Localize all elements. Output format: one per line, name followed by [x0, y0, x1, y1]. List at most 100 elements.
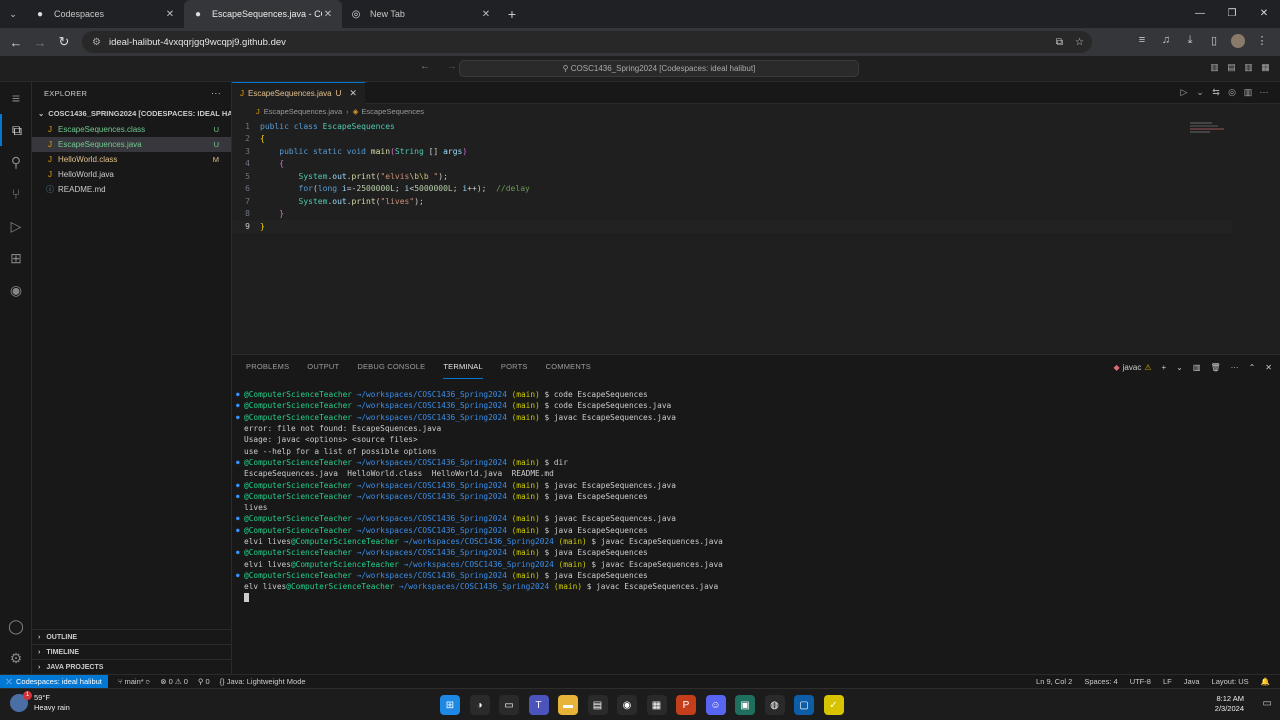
kill-terminal-icon[interactable]: 🗑	[1210, 363, 1220, 372]
run-dropdown-icon[interactable]: ⌄	[1192, 87, 1208, 98]
maximize-panel-icon[interactable]: ⌃	[1249, 363, 1256, 372]
command-center[interactable]: ⚲ COSC1436_Spring2024 [Codespaces: ideal…	[459, 60, 859, 77]
close-icon[interactable]: ✕	[322, 9, 334, 20]
remote-indicator[interactable]: ⤫ Codespaces: ideal halibut	[0, 674, 108, 689]
file-manager-icon[interactable]: ▭	[499, 695, 519, 715]
more-actions-icon[interactable]: ···	[211, 88, 221, 98]
github-desktop-icon[interactable]: ◍	[764, 695, 785, 715]
notifications-icon[interactable]: 🔔	[1261, 677, 1270, 686]
browser-tab-codespaces[interactable]: ● Codespaces ✕	[26, 0, 184, 28]
github-icon[interactable]: ◉	[0, 274, 32, 306]
split-editor-icon[interactable]: ▥	[1240, 87, 1256, 98]
side-panel-icon[interactable]: ▯	[1202, 34, 1226, 51]
run-icon[interactable]: ▷	[1176, 87, 1192, 98]
toggle-sidebar-icon[interactable]: ▥	[1206, 62, 1223, 73]
split-terminal-icon[interactable]: ▥	[1193, 363, 1201, 372]
timeline-section[interactable]: › TIMELINE	[32, 644, 232, 659]
chrome-icon[interactable]: ◉	[617, 695, 637, 715]
language-mode[interactable]: Java	[1184, 677, 1200, 686]
indentation[interactable]: Spaces: 4	[1084, 677, 1117, 686]
tab-problems[interactable]: PROBLEMS	[246, 355, 289, 379]
start-button[interactable]: ⊞	[440, 695, 460, 715]
keyboard-layout[interactable]: Layout: US	[1212, 677, 1249, 686]
minimap[interactable]	[1190, 122, 1230, 134]
remote-desktop-icon[interactable]: ▢	[794, 695, 814, 715]
tab-search-button[interactable]: ⌄	[0, 9, 26, 20]
chevron-down-icon[interactable]: ⌄	[1176, 363, 1183, 372]
minimize-icon[interactable]: —	[1184, 0, 1216, 28]
back-icon[interactable]: ←	[4, 35, 28, 50]
browser-menu-icon[interactable]: ⋮	[1250, 34, 1274, 51]
site-info-icon[interactable]: ⚙	[92, 37, 101, 48]
copilot-icon[interactable]: ◑	[469, 695, 490, 715]
discord-icon[interactable]: ☺	[705, 695, 726, 715]
profile-avatar[interactable]	[1226, 33, 1250, 51]
tab-debug-console[interactable]: DEBUG CONSOLE	[357, 355, 425, 379]
java-mode-indicator[interactable]: {} Java: Lightweight Mode	[220, 677, 306, 686]
terminal-icon[interactable]: ▣	[735, 695, 755, 715]
close-icon[interactable]: ✕	[480, 9, 492, 20]
close-window-icon[interactable]: ✕	[1248, 0, 1280, 28]
download-icon[interactable]: ⤓	[1178, 34, 1202, 51]
close-panel-icon[interactable]: ✕	[1265, 363, 1272, 372]
toggle-secondary-sidebar-icon[interactable]: ▥	[1240, 62, 1257, 73]
run-debug-icon[interactable]: ▷	[0, 210, 32, 242]
more-actions-icon[interactable]: ···	[1256, 87, 1272, 98]
new-terminal-icon[interactable]: +	[1162, 363, 1167, 372]
nav-back-icon[interactable]: ←	[420, 61, 430, 72]
terminal-shell-name[interactable]: javac	[1123, 363, 1142, 372]
source-control-icon[interactable]: ⑂	[0, 178, 32, 210]
customize-layout-icon[interactable]: ▦	[1257, 62, 1274, 73]
settings-gear-icon[interactable]: ⚙	[0, 642, 32, 674]
browser-tab-newtab[interactable]: ◎ New Tab ✕	[342, 0, 500, 28]
weather-widget[interactable]: 1 59°F Heavy rain	[10, 691, 70, 713]
tab-output[interactable]: OUTPUT	[307, 355, 339, 379]
breadcrumb-class[interactable]: EscapeSequences	[361, 107, 424, 116]
nav-forward-icon[interactable]: →	[447, 61, 457, 72]
compare-icon[interactable]: ⇆	[1208, 87, 1224, 98]
search-icon[interactable]: ⚲	[0, 146, 32, 178]
problems-indicator[interactable]: ⊗ 0 ⚠ 0	[160, 677, 188, 686]
notification-center-icon[interactable]: ▭	[1263, 698, 1272, 709]
extensions-icon[interactable]: ⊞	[0, 242, 32, 274]
system-clock[interactable]: 8:12 AM 2/3/2024	[1215, 694, 1244, 714]
install-app-icon[interactable]: ⧉	[1056, 37, 1063, 48]
java-projects-section[interactable]: › JAVA PROJECTS	[32, 659, 232, 674]
close-icon[interactable]: ✕	[164, 9, 176, 20]
address-bar[interactable]: ⚙ ideal-halibut-4vxqqrjgq9wcqpj9.github.…	[82, 31, 1092, 53]
workspace-folder[interactable]: ⌄ COSC1436_SPRING2024 [CODESPACES: IDEAL…	[32, 104, 231, 122]
media-icon[interactable]: ♫	[1154, 34, 1178, 51]
calculator-icon[interactable]: ▦	[646, 695, 667, 715]
terminal-output[interactable]: ● @ComputerScienceTeacher →/workspaces/CO…	[236, 389, 1266, 604]
sticky-app-icon[interactable]: ✓	[823, 695, 844, 715]
extensions-icon[interactable]: ≡	[1130, 34, 1154, 51]
bookmark-star-icon[interactable]: ☆	[1075, 37, 1084, 48]
more-actions-icon[interactable]: ···	[1231, 363, 1239, 372]
tab-comments[interactable]: COMMENTS	[546, 355, 591, 379]
teams-icon[interactable]: T	[528, 695, 549, 715]
folder-icon[interactable]: ▬	[558, 695, 578, 715]
tab-terminal[interactable]: TERMINAL	[443, 355, 483, 379]
editor-tab[interactable]: J EscapeSequences.java U ✕	[232, 81, 365, 104]
breadcrumb-file[interactable]: EscapeSequences.java	[264, 107, 342, 116]
encoding[interactable]: UTF-8	[1130, 677, 1151, 686]
code-editor[interactable]: 1 public class EscapeSequences 2{3 public …	[232, 120, 1232, 233]
file-item[interactable]: J HelloWorld.java	[32, 167, 231, 182]
close-icon[interactable]: ✕	[349, 88, 357, 99]
file-item[interactable]: J HelloWorld.class M	[32, 152, 231, 167]
reload-icon[interactable]: ↻	[52, 34, 76, 50]
outline-section[interactable]: › OUTLINE	[32, 629, 232, 644]
accounts-icon[interactable]: ◯	[0, 610, 32, 642]
file-item[interactable]: ⓘ README.md	[32, 182, 231, 197]
maximize-icon[interactable]: ❐	[1216, 0, 1248, 28]
menu-icon[interactable]: ≡	[0, 82, 32, 114]
browser-tab-escapesequences[interactable]: ● EscapeSequences.java - COSC1 ✕	[184, 0, 342, 28]
new-tab-button[interactable]: +	[500, 6, 524, 22]
toggle-panel-icon[interactable]: ▤	[1223, 62, 1240, 73]
branch-indicator[interactable]: ⑂ main* ⟳	[118, 677, 150, 686]
end-of-line[interactable]: LF	[1163, 677, 1172, 686]
file-item[interactable]: J EscapeSequences.class U	[32, 122, 231, 137]
cursor-position[interactable]: Ln 9, Col 2	[1036, 677, 1072, 686]
ports-indicator[interactable]: ⚲ 0	[198, 677, 210, 686]
notepad-icon[interactable]: ▤	[587, 695, 608, 715]
